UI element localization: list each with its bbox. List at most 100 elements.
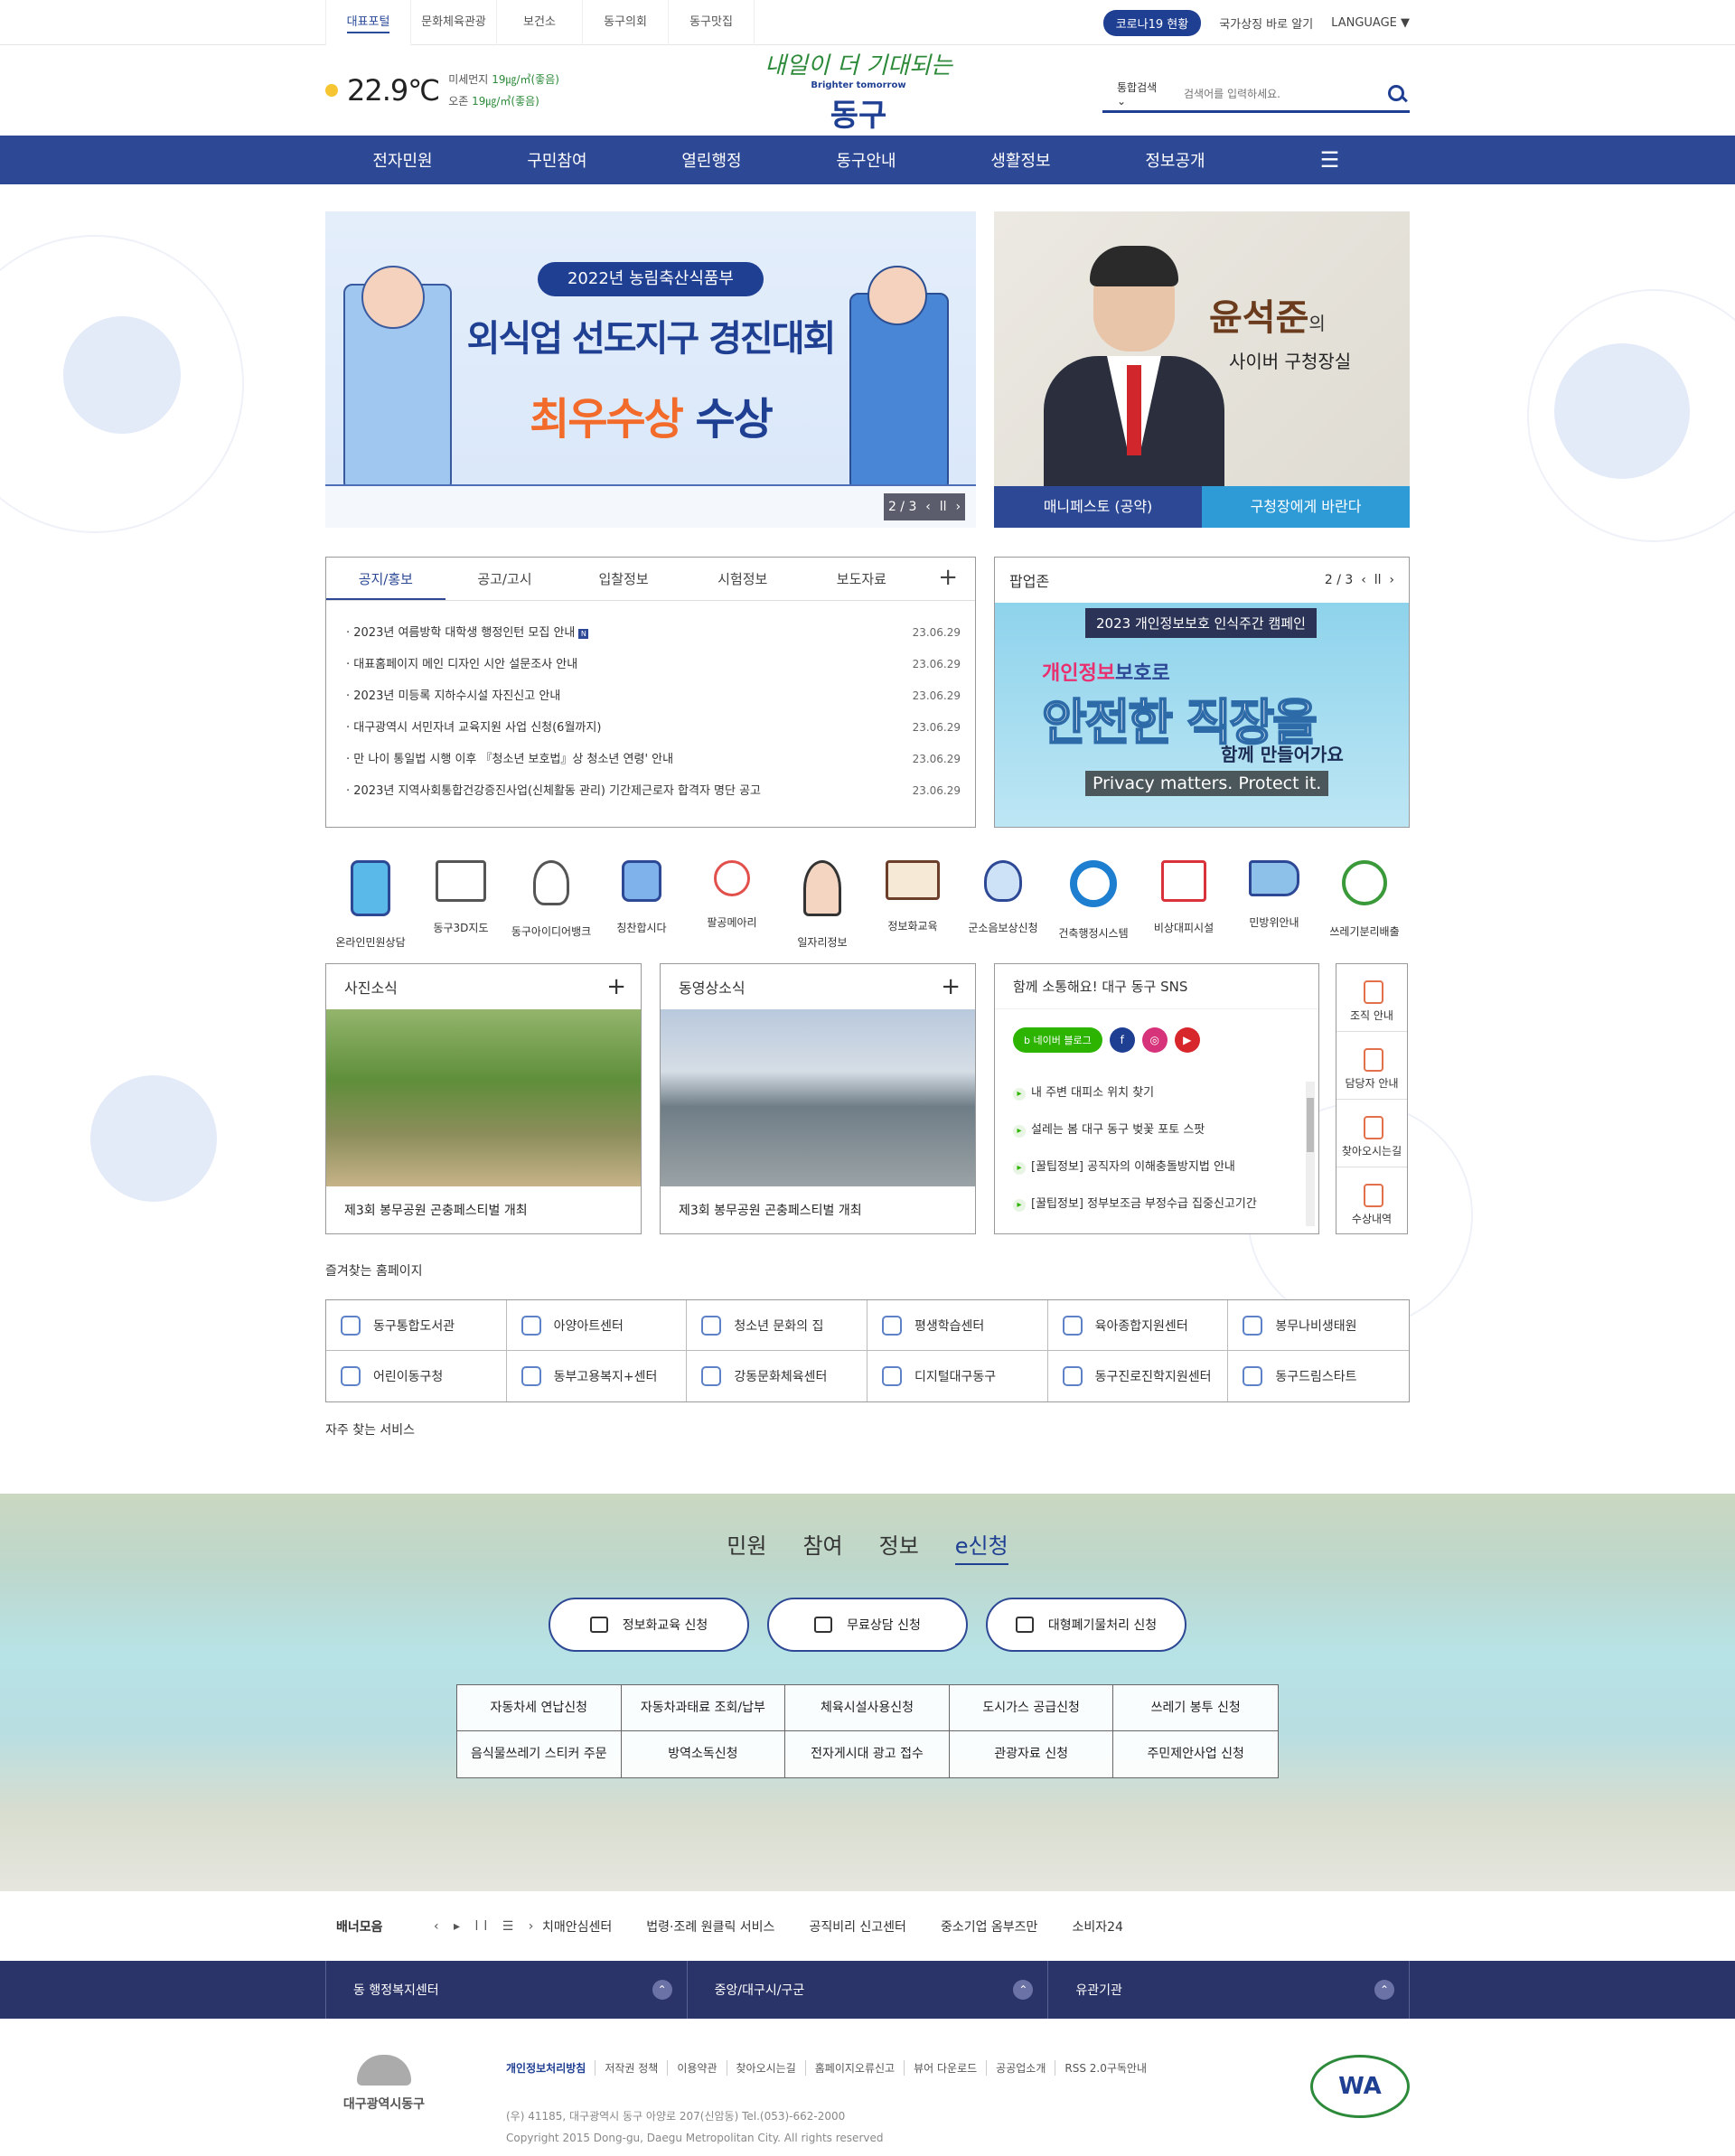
tab-e-apply[interactable]: e신청 bbox=[954, 1528, 1008, 1565]
main-visual-banner[interactable]: 2022년 농림축산식품부 외식업 선도지구 경진대회 최우수상 수상 2 / … bbox=[325, 211, 976, 528]
quick-echo[interactable]: 팔공메아리 bbox=[687, 860, 777, 960]
video-thumbnail[interactable] bbox=[661, 1009, 975, 1186]
quick-noise-compensation[interactable]: 군소음보상신청 bbox=[958, 860, 1048, 960]
quick-building-admin[interactable]: 건축행정시스템 bbox=[1048, 860, 1139, 960]
banner-collection-controls[interactable]: ‹ ▸ ll ☰ › bbox=[434, 1919, 542, 1934]
tab-restaurants[interactable]: 동구맛집 bbox=[669, 0, 755, 45]
popup-controls[interactable]: 2 / 3 ‹ ll › bbox=[1325, 573, 1394, 587]
photo-caption[interactable]: 제3회 봉무공원 곤충페스티벌 개최 bbox=[326, 1186, 641, 1233]
tab-main-portal[interactable]: 대표포털 bbox=[325, 0, 411, 45]
terms-link[interactable]: 이용약관 bbox=[668, 2060, 727, 2076]
fav-youth-house[interactable]: 청소년 문화의 집 bbox=[687, 1300, 868, 1351]
tab-civil[interactable]: 민원 bbox=[727, 1528, 766, 1565]
mayor-office-title[interactable]: 사이버 구청장실 bbox=[1229, 347, 1351, 373]
fav-dream-start[interactable]: 동구드림스타트 bbox=[1228, 1351, 1409, 1401]
quick-online-counsel[interactable]: 온라인민원상담 bbox=[325, 860, 416, 960]
fav-career-center[interactable]: 동구진로진학지원센터 bbox=[1048, 1351, 1229, 1401]
quick-civil-defense[interactable]: 민방위안내 bbox=[1229, 860, 1319, 960]
fav-sports-center[interactable]: 강동문화체육센터 bbox=[687, 1351, 868, 1401]
scrollbar[interactable] bbox=[1306, 1082, 1315, 1226]
more-icon[interactable]: + bbox=[921, 558, 975, 600]
tab-exam-info[interactable]: 시험정보 bbox=[683, 558, 802, 600]
pause-icon[interactable]: ll bbox=[940, 500, 947, 514]
list-item[interactable]: 설레는 봄 대구 동구 벚꽃 포토 스팟 bbox=[1013, 1111, 1284, 1148]
error-report-link[interactable]: 홈페이지오류신고 bbox=[806, 2060, 905, 2076]
site-logo[interactable]: 내일이 더 기대되는 Brighter tomorrow 동구 bbox=[741, 47, 976, 135]
list-item[interactable]: · 대구광역시 서민자녀 교육지원 사업 신청(6월까지) 23.06.29 bbox=[346, 712, 961, 744]
fav-butterfly-park[interactable]: 봉무나비생태원 bbox=[1228, 1300, 1409, 1351]
it-education-apply-button[interactable]: 정보화교육 신청 bbox=[549, 1598, 749, 1652]
tab-announcement[interactable]: 공고/고시 bbox=[445, 558, 565, 600]
fav-art-center[interactable]: 아양아트센터 bbox=[506, 1300, 688, 1351]
nav-info-disclosure[interactable]: 정보공개 bbox=[1098, 148, 1252, 172]
directions-link[interactable]: 찾아오시는길 bbox=[727, 2060, 806, 2076]
photo-thumbnail[interactable] bbox=[326, 1009, 641, 1186]
org-info-link[interactable]: 조직 안내 bbox=[1336, 964, 1407, 1032]
quick-jobs[interactable]: 일자리정보 bbox=[777, 860, 868, 960]
search-icon[interactable] bbox=[1383, 80, 1410, 108]
viewer-download-link[interactable]: 뷰어 다운로드 bbox=[905, 2060, 988, 2076]
list-item[interactable]: · 대표홈페이지 메인 디자인 시안 설문조사 안내 23.06.29 bbox=[346, 649, 961, 680]
banner-link[interactable]: 중소기업 옴부즈만 bbox=[941, 1917, 1038, 1936]
quick-recycle[interactable]: 쓰레기분리배출 bbox=[1319, 860, 1410, 960]
directions-link[interactable]: 찾아오시는길 bbox=[1336, 1100, 1407, 1167]
list-item[interactable]: 내 주변 대피소 위치 찾기 bbox=[1013, 1074, 1284, 1111]
list-item[interactable]: [꿀팁정보] 정부보조금 부정수급 집중신고기간 bbox=[1013, 1186, 1284, 1223]
privacy-policy-link[interactable]: 개인정보처리방침 bbox=[506, 2060, 596, 2076]
quick-3d-map[interactable]: 동구3D지도 bbox=[416, 860, 506, 960]
fav-employment-center[interactable]: 동부고용복지+센터 bbox=[507, 1351, 688, 1401]
facebook-icon[interactable]: f bbox=[1109, 1027, 1135, 1053]
list-item[interactable]: · 2023년 미등록 지하수시설 자진신고 안내 23.06.29 bbox=[346, 680, 961, 712]
service-item[interactable]: 음식물쓰레기 스티커 주문 bbox=[457, 1731, 622, 1777]
language-select[interactable]: LANGUAGE ▼ bbox=[1331, 16, 1410, 30]
naver-blog-button[interactable]: b 네이버 블로그 bbox=[1013, 1027, 1102, 1053]
banner-link[interactable]: 공직비리 신고센터 bbox=[809, 1917, 906, 1936]
fav-childcare[interactable]: 육아종합지원센터 bbox=[1047, 1300, 1229, 1351]
tab-bid-info[interactable]: 입찰정보 bbox=[564, 558, 683, 600]
menu-icon[interactable]: ☰ bbox=[1252, 147, 1407, 173]
service-item[interactable]: 관광자료 신청 bbox=[949, 1731, 1114, 1777]
tab-info[interactable]: 정보 bbox=[879, 1528, 919, 1565]
more-icon[interactable]: + bbox=[941, 973, 961, 1000]
nav-participation[interactable]: 구민참여 bbox=[480, 148, 634, 172]
search-input[interactable] bbox=[1184, 87, 1383, 100]
banner-link[interactable]: 치매안심센터 bbox=[542, 1917, 612, 1936]
fav-lifelong-learning[interactable]: 평생학습센터 bbox=[868, 1300, 1048, 1351]
tab-culture[interactable]: 문화체육관광 bbox=[411, 0, 497, 45]
service-item[interactable]: 쓰레기 봉투 신청 bbox=[1113, 1685, 1278, 1731]
related-org-select[interactable]: 유관기관 ⌃ bbox=[1048, 1961, 1411, 2019]
bulky-waste-apply-button[interactable]: 대형폐기물처리 신청 bbox=[986, 1598, 1186, 1652]
gov-site-select[interactable]: 중앙/대구시/구군 ⌃ bbox=[688, 1961, 1049, 2019]
youtube-icon[interactable]: ▶ bbox=[1174, 1027, 1200, 1053]
free-counsel-apply-button[interactable]: 무료상담 신청 bbox=[767, 1598, 968, 1652]
popup-banner[interactable]: 2023 개인정보보호 인식주간 캠페인 개인정보보호로 안전한 직장을 함께 … bbox=[995, 603, 1409, 827]
quick-shelter[interactable]: 비상대피시설 bbox=[1139, 860, 1229, 960]
service-item[interactable]: 자동차세 연납신청 bbox=[457, 1685, 622, 1731]
quick-praise[interactable]: 칭찬합시다 bbox=[596, 860, 687, 960]
banner-link[interactable]: 법령·조례 원클릭 서비스 bbox=[646, 1917, 774, 1936]
prev-icon[interactable]: ‹ bbox=[925, 500, 931, 514]
service-item[interactable]: 자동차과태료 조회/납부 bbox=[621, 1685, 786, 1731]
banner-link[interactable]: 소비자24 bbox=[1072, 1917, 1122, 1936]
nav-open-admin[interactable]: 열린행정 bbox=[634, 148, 789, 172]
tab-council[interactable]: 동구의회 bbox=[583, 0, 669, 45]
quick-idea-bank[interactable]: 동구아이디어뱅크 bbox=[506, 860, 596, 960]
tab-participate[interactable]: 참여 bbox=[802, 1528, 842, 1565]
tab-notice[interactable]: 공지/홍보 bbox=[326, 558, 445, 600]
instagram-icon[interactable]: ◎ bbox=[1141, 1027, 1168, 1053]
search-scope-select[interactable]: 통합검색 ⌄ bbox=[1102, 80, 1184, 108]
national-symbol-link[interactable]: 국가상징 바로 알기 bbox=[1219, 14, 1313, 32]
service-item[interactable]: 체육시설사용신청 bbox=[785, 1685, 950, 1731]
public-works-link[interactable]: 공공업소개 bbox=[987, 2060, 1056, 2076]
awards-link[interactable]: 수상내역 bbox=[1336, 1167, 1407, 1235]
copyright-policy-link[interactable]: 저작권 정책 bbox=[596, 2060, 669, 2076]
ask-mayor-button[interactable]: 구청장에게 바란다 bbox=[1202, 486, 1410, 528]
video-caption[interactable]: 제3회 봉무공원 곤충페스티벌 개최 bbox=[661, 1186, 975, 1233]
list-item[interactable]: · 2023년 여름방학 대학생 행정인턴 모집 안내 N 23.06.29 bbox=[346, 617, 961, 649]
fav-digital-donggu[interactable]: 디지털대구동구 bbox=[868, 1351, 1048, 1401]
service-item[interactable]: 방역소독신청 bbox=[621, 1731, 786, 1777]
list-item[interactable]: [꿀팁정보] 공직자의 이해충돌방지법 안내 bbox=[1013, 1148, 1284, 1186]
more-icon[interactable]: + bbox=[606, 973, 626, 1000]
dong-office-select[interactable]: 동 행정복지센터 ⌃ bbox=[326, 1961, 688, 2019]
list-item[interactable]: · 만 나이 통일법 시행 이후 『청소년 보호법』상 청소년 연령' 안내 23… bbox=[346, 744, 961, 775]
